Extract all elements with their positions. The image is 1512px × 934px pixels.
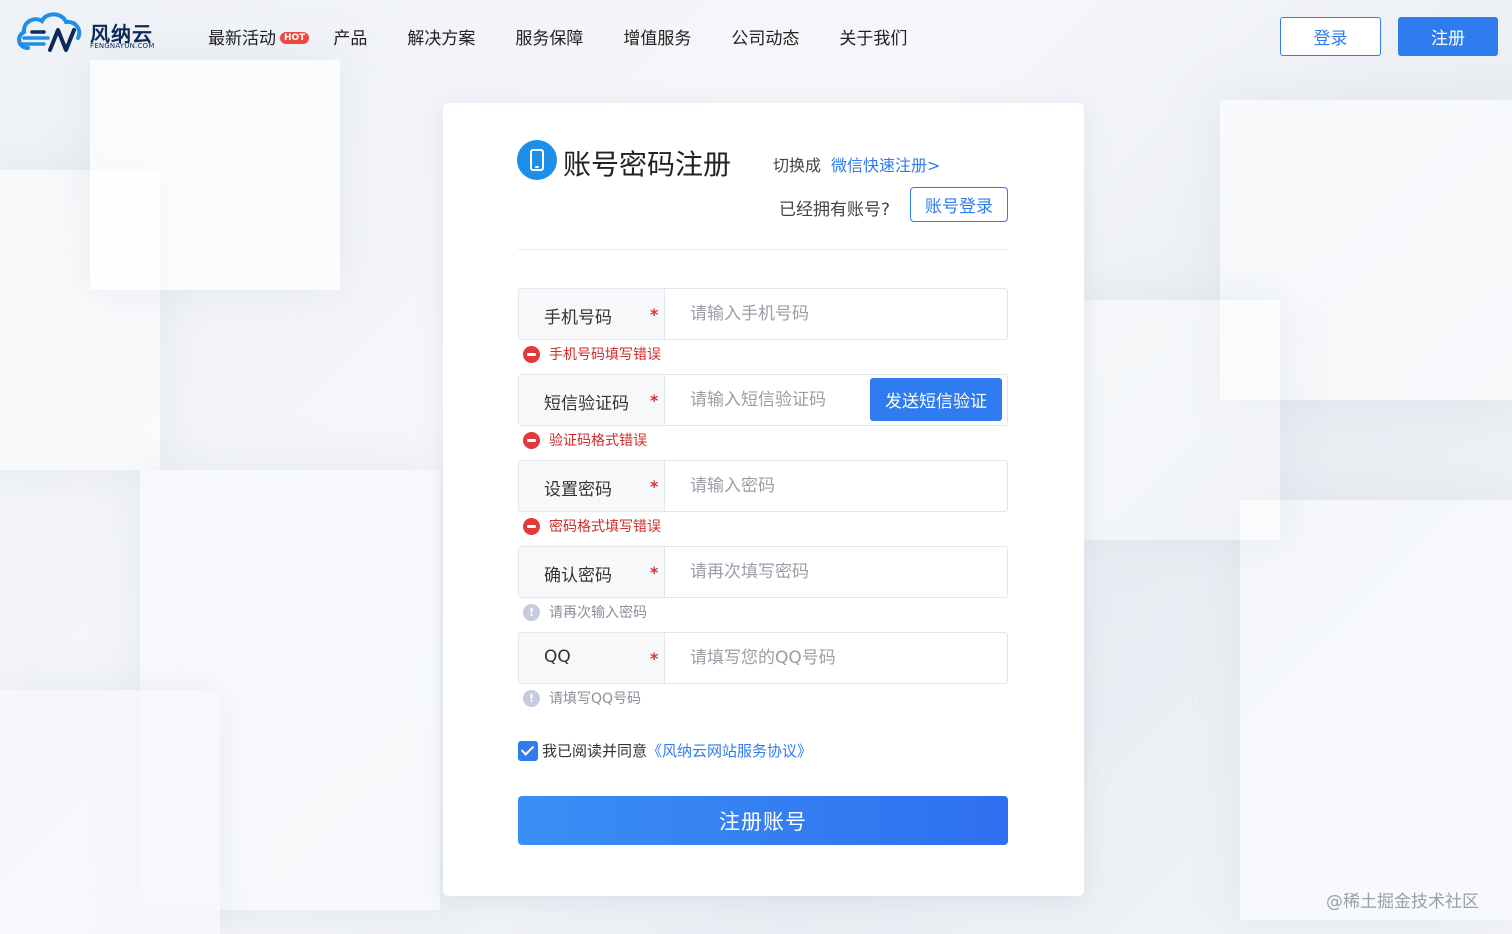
logo-subtitle: FENGNAYUN.COM [90, 42, 155, 50]
hot-badge: HOT [280, 32, 310, 44]
phone-error-hint: 手机号码填写错误 [523, 344, 661, 364]
have-account-text: 已经拥有账号? [779, 200, 891, 220]
agree-text: 我已阅读并同意 [542, 742, 648, 760]
phone-field: 手机号码 * [518, 288, 1008, 340]
field-label-box: 设置密码 * [519, 461, 665, 511]
field-label-box: 手机号码 * [519, 289, 665, 339]
error-icon [523, 345, 540, 363]
hint-text: 密码格式填写错误 [549, 519, 661, 535]
nav-item-solutions[interactable]: 解决方案 [407, 24, 475, 49]
wechat-register-link[interactable]: 微信快速注册> [831, 152, 940, 176]
phone-input[interactable] [666, 289, 1006, 339]
cloud-logo-icon [17, 12, 82, 52]
sms-code-input[interactable] [666, 375, 866, 425]
required-mark: * [650, 563, 659, 582]
field-label: 手机号码 [544, 308, 612, 328]
required-mark: * [650, 649, 659, 668]
confirm-password-field: 确认密码 * [518, 546, 1008, 598]
password-field: 设置密码 * [518, 460, 1008, 512]
qq-input[interactable] [666, 633, 1006, 683]
phone-icon [517, 140, 557, 180]
nav-item-service-guarantee[interactable]: 服务保障 [515, 24, 583, 49]
header-login-button[interactable]: 登录 [1280, 17, 1381, 56]
nav-item-products[interactable]: 产品 [333, 24, 367, 49]
nav-item-about-us[interactable]: 关于我们 [839, 24, 907, 49]
field-label: 设置密码 [544, 480, 612, 500]
top-header: 风纳云 FENGNAYUN.COM 最新活动 HOT 产品 解决方案 服务保障 增… [0, 0, 1512, 72]
agree-checkbox[interactable] [518, 740, 538, 761]
page-title: 账号密码注册 [563, 148, 732, 181]
watermark: @稀土掘金技术社区 [1326, 892, 1479, 912]
field-label-box: 短信验证码 * [519, 375, 665, 425]
field-label: 确认密码 [544, 566, 612, 586]
sms-code-field: 短信验证码 * 发送短信验证 [518, 374, 1008, 426]
hint-text: 请填写QQ号码 [549, 691, 642, 707]
field-label-box: QQ * [519, 633, 665, 683]
qq-info-hint: 请填写QQ号码 [523, 688, 641, 708]
sms-code-error-hint: 验证码格式错误 [523, 430, 647, 450]
register-account-button[interactable]: 注册账号 [518, 796, 1008, 845]
qq-field: QQ * [518, 632, 1008, 684]
error-icon [523, 431, 540, 449]
background-block [1240, 500, 1512, 920]
hint-text: 手机号码填写错误 [549, 347, 661, 363]
password-input[interactable] [666, 461, 1006, 511]
field-label: QQ [544, 647, 571, 667]
hint-text: 验证码格式错误 [549, 433, 647, 449]
background-block [1080, 300, 1280, 540]
switch-prefix: 切换成 [773, 156, 822, 175]
confirm-password-input[interactable] [666, 547, 1006, 597]
field-label: 短信验证码 [544, 394, 629, 414]
nav-item-latest-activities[interactable]: 最新活动 HOT [208, 24, 310, 49]
required-mark: * [650, 305, 659, 324]
account-login-button[interactable]: 账号登录 [910, 187, 1008, 222]
info-icon [523, 603, 540, 621]
service-agreement-link[interactable]: 《风纳云网站服务协议》 [647, 740, 812, 761]
field-label-box: 确认密码 * [519, 547, 665, 597]
header-register-button[interactable]: 注册 [1398, 17, 1498, 56]
main-nav: 最新活动 HOT 产品 解决方案 服务保障 增值服务 公司动态 关于我们 [208, 24, 947, 49]
send-sms-button[interactable]: 发送短信验证 [870, 378, 1002, 421]
background-block [0, 690, 220, 934]
background-block [90, 60, 340, 290]
register-card: 账号密码注册 切换成 微信快速注册> 已经拥有账号? 账号登录 手机号码 * 手… [443, 103, 1084, 896]
nav-item-value-added[interactable]: 增值服务 [623, 24, 691, 49]
confirm-password-info-hint: 请再次输入密码 [523, 602, 647, 622]
error-icon [523, 517, 540, 535]
agreement-row: 我已阅读并同意 《风纳云网站服务协议》 [518, 740, 812, 761]
info-icon [523, 689, 540, 707]
required-mark: * [650, 477, 659, 496]
password-error-hint: 密码格式填写错误 [523, 516, 661, 536]
hint-text: 请再次输入密码 [549, 605, 647, 621]
site-logo[interactable]: 风纳云 FENGNAYUN.COM [14, 8, 174, 58]
required-mark: * [650, 391, 659, 410]
nav-item-company-news[interactable]: 公司动态 [731, 24, 799, 49]
nav-item-label: 最新活动 [208, 29, 276, 49]
divider [518, 249, 1008, 250]
